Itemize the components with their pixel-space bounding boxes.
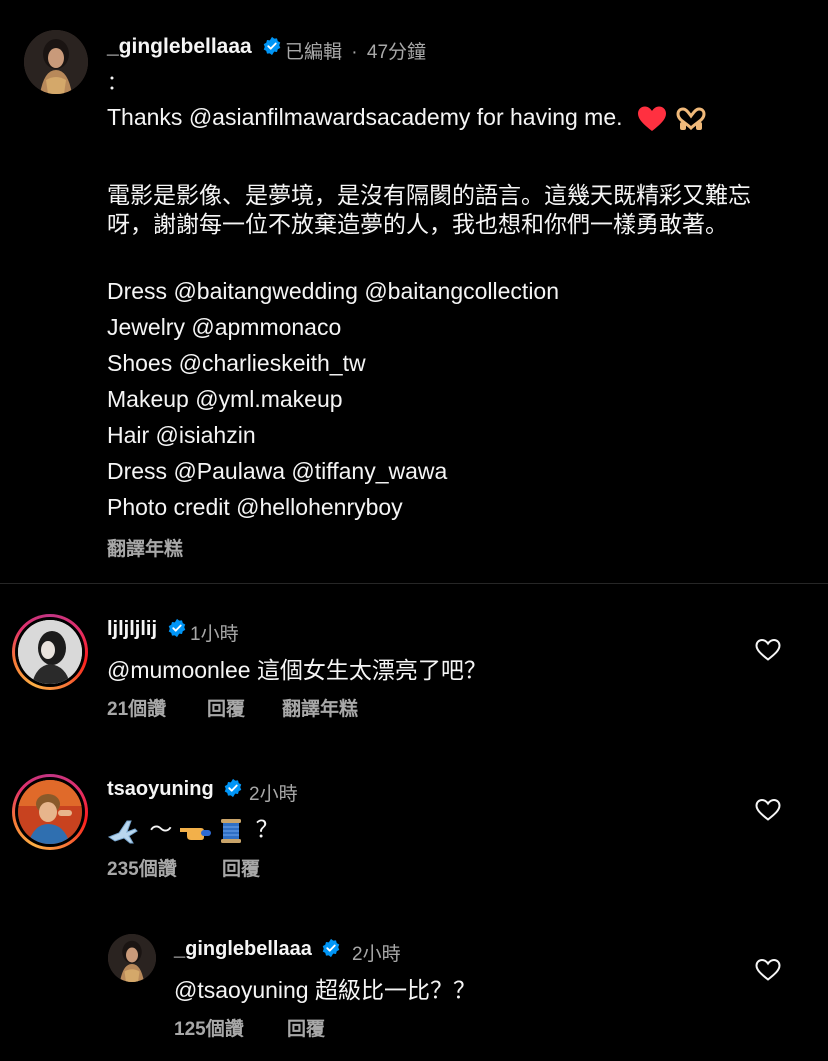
username-text: _ginglebellaaa <box>107 35 252 58</box>
thread-spool-emoji <box>221 818 242 843</box>
comment-likes-count[interactable]: 235個讚 <box>107 854 177 881</box>
reply-author-avatar[interactable] <box>108 934 156 982</box>
heart-hands-emoji <box>676 107 706 131</box>
post-author-username[interactable]: _ginglebellaaa <box>107 35 282 59</box>
caption-zh-line-2: 呀，謝謝每一位不放棄造夢的人，我也想和你們一樣勇敢著。 <box>107 211 728 237</box>
avatar-image <box>24 30 88 94</box>
heart-outline-icon[interactable] <box>755 638 781 662</box>
verified-badge-icon <box>168 618 185 638</box>
commenter-avatar <box>18 620 82 684</box>
comment-likes-count[interactable]: 125個讚 <box>174 1014 244 1041</box>
comment-text: @mumoonlee 這個女生太漂亮了吧？ <box>107 657 487 683</box>
username-text: _ginglebellaaa <box>174 938 312 960</box>
tilde-text: ～ <box>149 816 173 842</box>
credit-line: Shoes @charlieskeith_tw <box>107 350 366 376</box>
comment-username[interactable]: ljljljlij <box>107 618 187 641</box>
see-translation-button[interactable]: 翻譯年糕 <box>107 534 183 561</box>
post-time: 47分鐘 <box>366 42 427 63</box>
caption-thanks-line: Thanks @asianfilmawardsacademy for havin… <box>107 104 707 133</box>
edited-label: 已編輯 <box>285 42 343 63</box>
post-author-avatar[interactable] <box>24 30 88 94</box>
avatar-image <box>18 780 82 844</box>
comment-text: ～ ？ <box>107 810 279 845</box>
reply-button[interactable]: 回覆 <box>222 854 260 881</box>
thanks-text: Thanks @asianfilmawardsacademy for havin… <box>107 104 623 130</box>
username-text: tsaoyuning <box>107 778 214 800</box>
comment-avatar-ring[interactable] <box>12 614 88 690</box>
avatar-image <box>18 620 82 684</box>
verified-badge-icon <box>224 778 242 798</box>
question-mark-text: ？ <box>255 816 279 842</box>
credit-line: Dress @Paulawa @tiffany_wawa <box>107 458 448 484</box>
comment-username[interactable]: tsaoyuning <box>107 778 243 801</box>
avatar-image <box>108 934 156 982</box>
caption-divider <box>0 583 828 584</box>
comment-likes-count[interactable]: 21個讚 <box>107 694 166 721</box>
verified-badge-icon <box>263 36 280 56</box>
verified-badge-icon <box>323 938 340 958</box>
post-meta: 已編輯 · 47分鐘 <box>285 37 426 64</box>
credit-line: Jewelry @apmmonaco <box>107 314 342 340</box>
heart-outline-icon[interactable] <box>755 798 781 822</box>
red-heart-emoji <box>637 106 666 131</box>
username-text: ljljljlij <box>107 618 158 640</box>
comment-text: @tsaoyuning 超級比一比？？ <box>174 977 476 1003</box>
caption-colon: ： <box>107 72 127 94</box>
comment-username[interactable]: _ginglebellaaa <box>174 938 341 961</box>
pointing-hand-emoji <box>179 827 211 840</box>
credit-line: Makeup @yml.makeup <box>107 386 343 412</box>
see-translation-button[interactable]: 翻譯年糕 <box>282 694 358 721</box>
meta-separator: · <box>351 42 358 63</box>
credit-line: Photo credit @hellohenryboy <box>107 494 403 520</box>
comment-avatar-ring[interactable] <box>12 774 88 850</box>
credit-line: Dress @baitangwedding @baitangcollection <box>107 278 560 304</box>
comment-time: 1小時 <box>190 624 239 645</box>
comment-time: 2小時 <box>249 784 298 805</box>
reply-button[interactable]: 回覆 <box>207 694 245 721</box>
credit-line: Hair @isiahzin <box>107 422 256 448</box>
airplane-emoji <box>107 820 138 844</box>
reply-button[interactable]: 回覆 <box>287 1014 325 1041</box>
commenter-avatar <box>18 780 82 844</box>
heart-outline-icon[interactable] <box>755 958 781 982</box>
comment-time: 2小時 <box>352 944 401 965</box>
